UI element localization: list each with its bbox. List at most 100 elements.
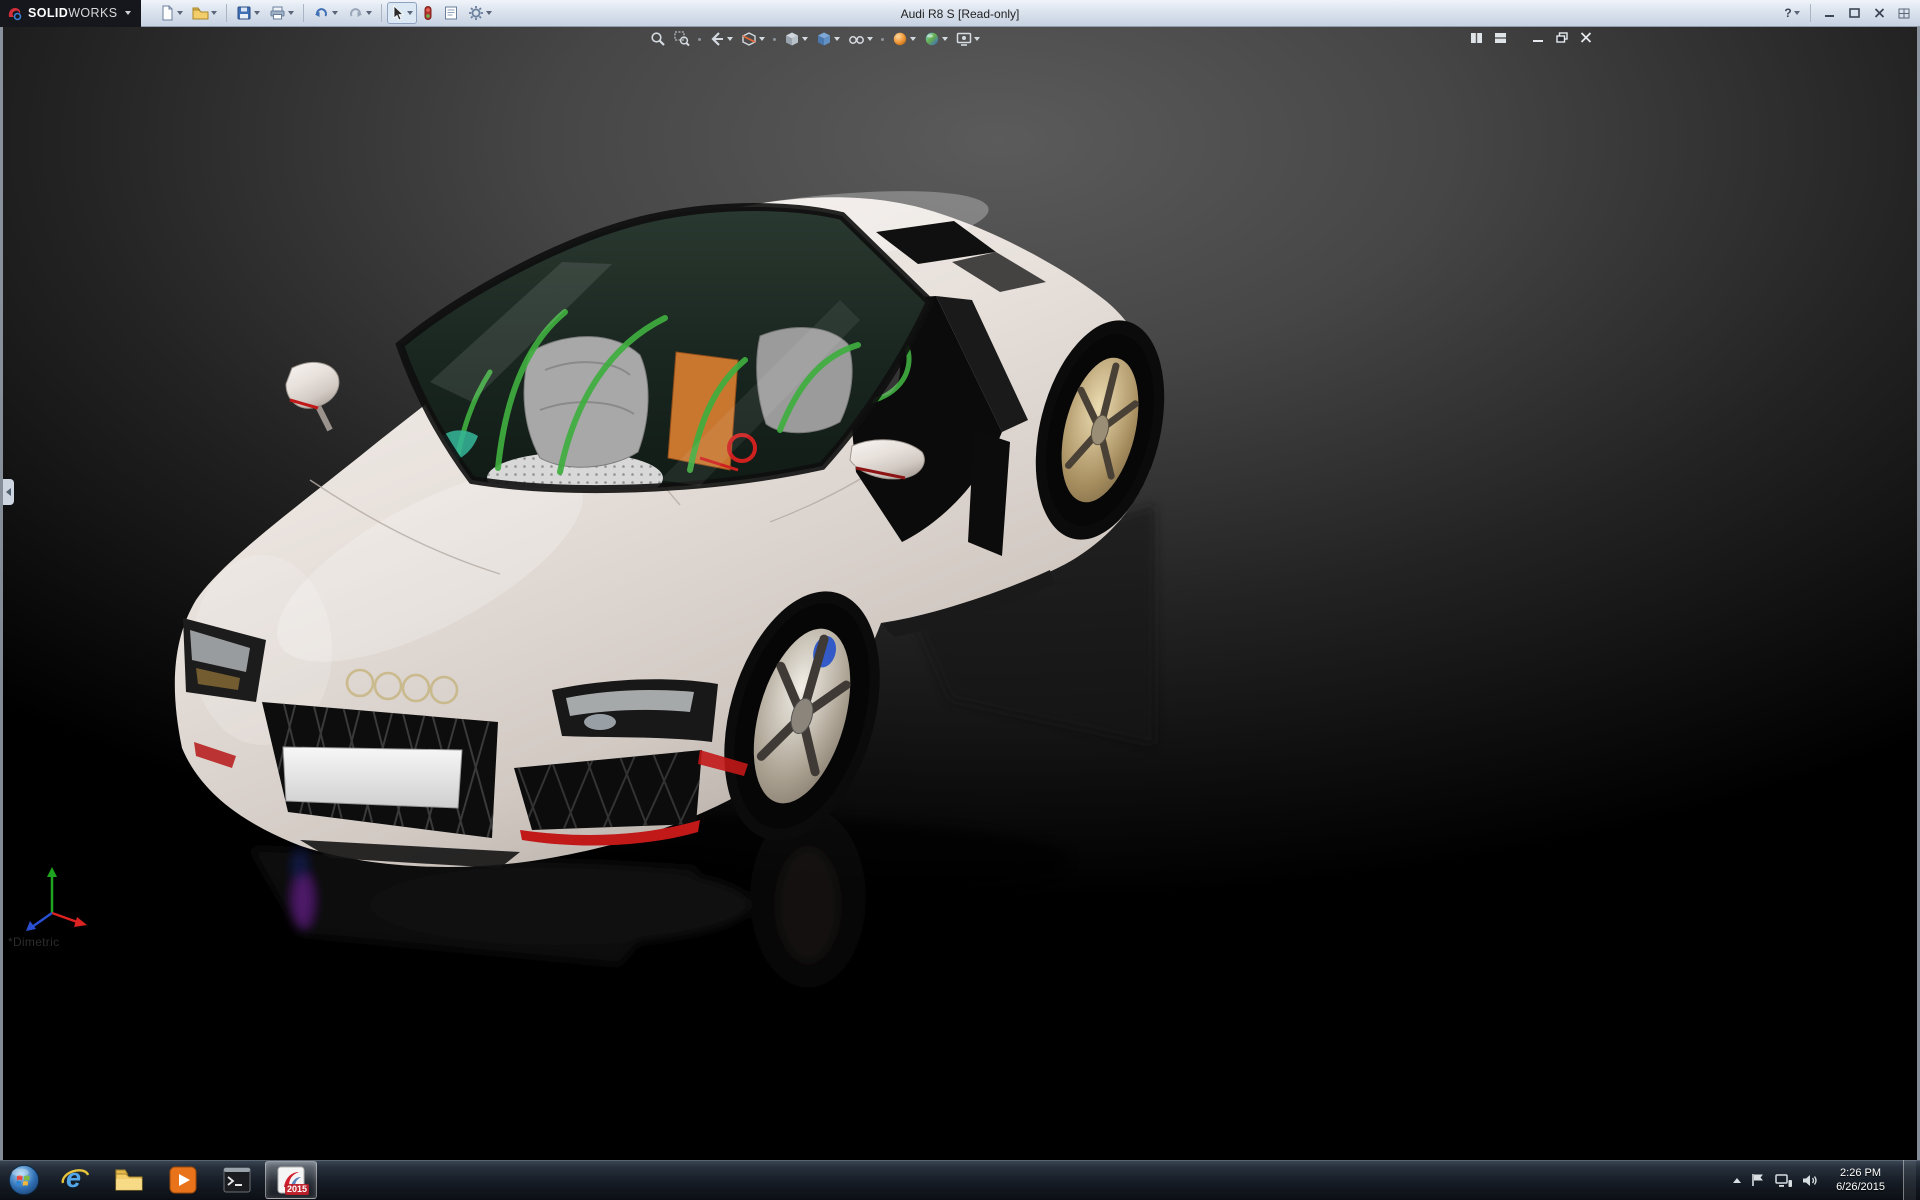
feature-manager-collapse-tab[interactable] xyxy=(3,479,14,505)
previous-view-button[interactable] xyxy=(707,30,735,48)
reference-triad xyxy=(14,863,90,935)
help-caret-icon xyxy=(1794,11,1800,15)
rebuild-button[interactable] xyxy=(418,2,438,24)
arrange-windows-button[interactable] xyxy=(1492,30,1509,45)
workspace-grid-icon xyxy=(1898,8,1910,19)
collapse-arrow-icon xyxy=(6,488,11,496)
toolbar-separator xyxy=(303,4,304,22)
clock-time: 2:26 PM xyxy=(1840,1166,1881,1180)
toolbar-dot-separator xyxy=(698,38,701,41)
tray-up-arrow-icon xyxy=(1733,1178,1741,1183)
rebuild-stoplight-icon xyxy=(422,5,434,21)
display-style-button[interactable] xyxy=(814,30,842,48)
new-document-button[interactable] xyxy=(155,2,187,24)
undo-icon xyxy=(313,5,330,21)
view-settings-caret-icon xyxy=(974,37,980,41)
taskbar-windows-explorer[interactable] xyxy=(103,1161,155,1199)
display-style-icon xyxy=(816,31,832,47)
save-icon xyxy=(236,5,252,21)
options-caret-icon xyxy=(486,11,492,15)
print-button[interactable] xyxy=(265,2,298,24)
internet-explorer-icon: e xyxy=(60,1165,90,1195)
view-settings-button[interactable] xyxy=(954,30,982,48)
taskbar-clock[interactable]: 2:26 PM 6/26/2015 xyxy=(1827,1160,1894,1200)
apply-scene-sphere-icon xyxy=(924,31,940,47)
view-orientation-cube-icon xyxy=(784,31,800,47)
network-icon xyxy=(1775,1173,1793,1188)
workspace-layout-button[interactable] xyxy=(1893,4,1915,23)
folder-icon xyxy=(114,1167,144,1193)
previous-view-caret-icon xyxy=(727,37,733,41)
taskbar-command-prompt[interactable] xyxy=(211,1161,263,1199)
window-title: Audi R8 S [Read-only] xyxy=(901,0,1020,27)
taskbar-media-player[interactable] xyxy=(157,1161,209,1199)
redo-icon xyxy=(347,5,364,21)
zoom-to-area-icon xyxy=(674,31,690,47)
section-view-button[interactable] xyxy=(739,30,767,48)
open-icon xyxy=(192,5,209,21)
view-orientation-caret-icon xyxy=(802,37,808,41)
split-view-icon xyxy=(1470,32,1483,44)
section-view-icon xyxy=(741,31,757,47)
new-document-icon xyxy=(159,5,175,21)
document-close-button[interactable] xyxy=(1577,30,1594,45)
brand-text: SOLIDWORKS xyxy=(28,6,117,20)
show-desktop-button[interactable] xyxy=(1903,1160,1916,1200)
clock-date: 6/26/2015 xyxy=(1836,1180,1885,1194)
section-view-caret-icon xyxy=(759,37,765,41)
zoom-to-fit-button[interactable] xyxy=(648,30,668,48)
car-model[interactable] xyxy=(175,175,1185,868)
open-button[interactable] xyxy=(188,2,221,24)
open-caret-icon xyxy=(211,11,217,15)
license-plate xyxy=(283,747,462,808)
undo-button[interactable] xyxy=(309,2,342,24)
maximize-icon xyxy=(1849,8,1860,18)
display-style-caret-icon xyxy=(834,37,840,41)
edit-appearance-caret-icon xyxy=(910,37,916,41)
undo-caret-icon xyxy=(332,11,338,15)
view-orientation-label: *Dimetric xyxy=(8,935,59,949)
select-cursor-icon xyxy=(391,5,405,21)
zoom-to-area-button[interactable] xyxy=(672,30,692,48)
solidworks-version-badge: 2015 xyxy=(285,1184,309,1195)
headlight-right xyxy=(552,679,718,742)
select-button[interactable] xyxy=(387,2,417,24)
dassault-3ds-icon xyxy=(6,5,23,22)
split-view-button[interactable] xyxy=(1468,30,1485,45)
window-controls: ? xyxy=(1781,4,1920,23)
close-button[interactable] xyxy=(1868,4,1890,23)
tray-volume-button[interactable] xyxy=(1802,1160,1818,1200)
tray-show-hidden-icons-button[interactable] xyxy=(1733,1160,1741,1200)
apply-scene-button[interactable] xyxy=(922,30,950,48)
windows-start-orb-icon xyxy=(7,1163,41,1197)
toolbar-separator xyxy=(381,4,382,22)
redo-button[interactable] xyxy=(343,2,376,24)
save-caret-icon xyxy=(254,11,260,15)
hide-show-items-button[interactable] xyxy=(846,30,875,48)
solidworks-menu-logo[interactable]: SOLIDWORKS xyxy=(0,0,141,27)
mirror-left xyxy=(286,362,339,430)
taskbar-internet-explorer[interactable]: e xyxy=(49,1161,101,1199)
model-canvas[interactable] xyxy=(0,27,1920,1160)
view-orientation-button[interactable] xyxy=(782,30,810,48)
apply-scene-caret-icon xyxy=(942,37,948,41)
file-properties-button[interactable] xyxy=(439,2,463,24)
document-restore-button[interactable] xyxy=(1553,30,1570,45)
command-prompt-icon xyxy=(223,1167,251,1193)
help-button[interactable]: ? xyxy=(1781,4,1803,23)
solidworks-application-window: SOLIDWORKS xyxy=(0,0,1920,1200)
graphics-viewport[interactable]: *Dimetric xyxy=(0,27,1920,1160)
view-settings-icon xyxy=(956,31,972,47)
select-caret-icon xyxy=(407,11,413,15)
edit-appearance-button[interactable] xyxy=(890,30,918,48)
minimize-button[interactable] xyxy=(1818,4,1840,23)
quick-access-toolbar xyxy=(155,2,496,24)
taskbar-solidworks-2015[interactable]: 2015 xyxy=(265,1161,317,1199)
save-button[interactable] xyxy=(232,2,264,24)
tray-action-center-button[interactable] xyxy=(1750,1160,1766,1200)
document-minimize-button[interactable] xyxy=(1529,30,1546,45)
options-button[interactable] xyxy=(464,2,496,24)
tray-network-button[interactable] xyxy=(1775,1160,1793,1200)
maximize-button[interactable] xyxy=(1843,4,1865,23)
start-button[interactable] xyxy=(0,1160,48,1200)
